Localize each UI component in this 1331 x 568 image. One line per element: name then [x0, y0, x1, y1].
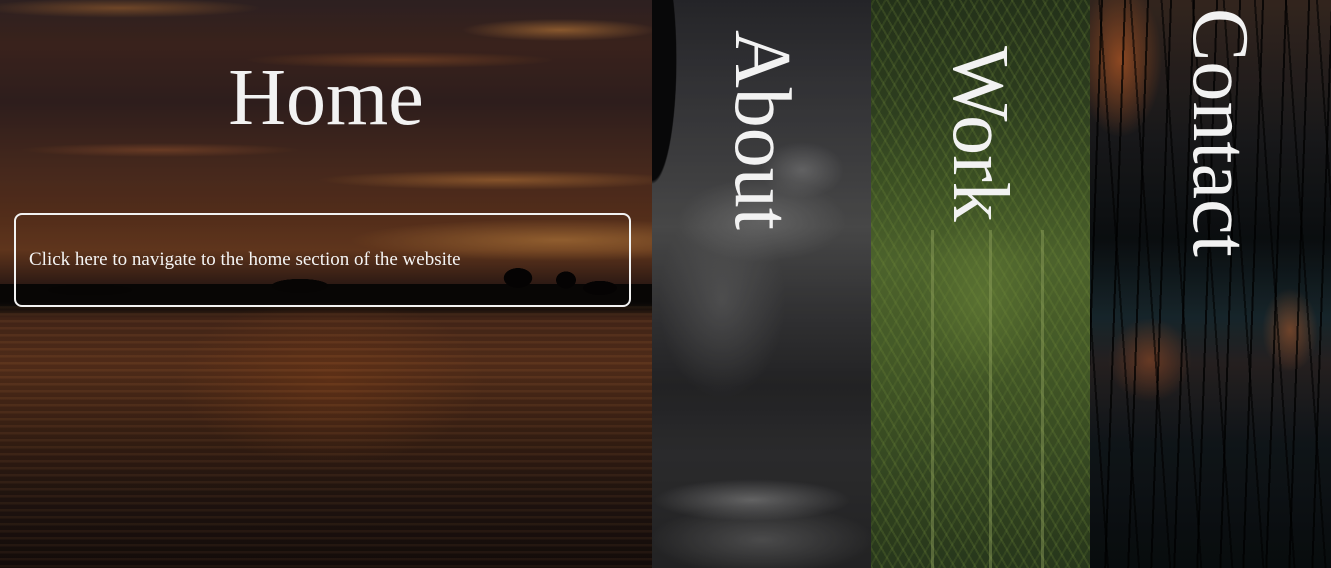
about-title[interactable]: About [718, 30, 806, 230]
home-description-text: Click here to navigate to the home secti… [29, 249, 461, 270]
home-title[interactable]: Home [0, 58, 652, 138]
contact-title[interactable]: Contact [1176, 8, 1264, 257]
work-title[interactable]: Work [936, 46, 1024, 222]
section-panels: Home Click here to navigate to the home … [0, 0, 1331, 568]
home-panel[interactable]: Home Click here to navigate to the home … [0, 0, 652, 568]
home-description-box[interactable]: Click here to navigate to the home secti… [14, 213, 631, 307]
